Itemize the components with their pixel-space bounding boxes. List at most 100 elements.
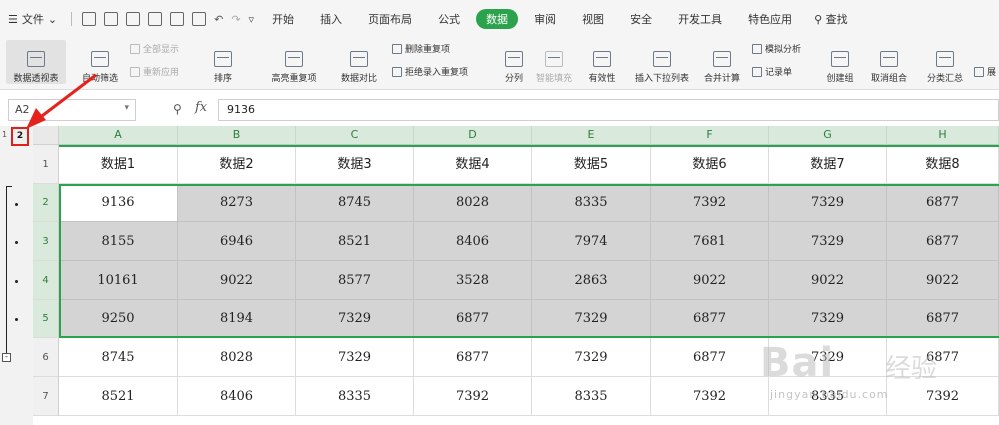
cell-d2[interactable]: 8028 [414, 184, 532, 222]
cell-a6[interactable]: 8745 [59, 338, 178, 377]
format-painter-icon[interactable] [148, 12, 163, 26]
cell-b5[interactable]: 8194 [178, 300, 296, 338]
cell-g6[interactable]: 7329 [769, 338, 887, 377]
cell-b6[interactable]: 8028 [178, 338, 296, 377]
validity-button[interactable]: 有效性 [582, 38, 622, 84]
formula-input[interactable]: 9136 [218, 99, 999, 121]
row-header-1[interactable]: 1 [33, 145, 59, 184]
more-button[interactable]: 展 [974, 65, 996, 78]
name-box[interactable]: A2 ▾ [8, 99, 136, 121]
header-cell[interactable]: 数据4 [414, 145, 532, 184]
cell-c6[interactable]: 7329 [296, 338, 414, 377]
tab-insert[interactable]: 插入 [310, 9, 352, 29]
print-icon[interactable] [170, 12, 185, 26]
column-header-f[interactable]: F [651, 126, 769, 145]
cell-g2[interactable]: 7329 [769, 184, 887, 222]
auto-filter-button[interactable]: 自动筛选 [78, 38, 122, 84]
header-cell[interactable]: 数据2 [178, 145, 296, 184]
cell-c3[interactable]: 8521 [296, 222, 414, 261]
merge-calc-button[interactable]: 合并计算 [700, 38, 744, 84]
cell-a3[interactable]: 8155 [59, 222, 178, 261]
tab-security[interactable]: 安全 [620, 9, 662, 29]
insert-dropdown-button[interactable]: 插入下拉列表 [630, 38, 694, 84]
redo-icon[interactable]: ↷ [231, 13, 240, 26]
row-header-3[interactable]: 3 [33, 222, 59, 261]
header-cell[interactable]: 数据5 [532, 145, 651, 184]
what-if-button[interactable]: 模拟分析 [752, 42, 801, 55]
open-folder-icon[interactable] [104, 12, 119, 26]
cell-b3[interactable]: 6946 [178, 222, 296, 261]
undo-icon[interactable]: ↶ [214, 13, 223, 26]
cell-b2[interactable]: 8273 [178, 184, 296, 222]
cell-f3[interactable]: 7681 [651, 222, 769, 261]
column-header-c[interactable]: C [296, 126, 414, 145]
cell-c7[interactable]: 8335 [296, 377, 414, 416]
new-file-icon[interactable] [82, 12, 97, 26]
search-box[interactable]: ⚲ 查找 [814, 11, 848, 27]
reject-duplicates-button[interactable]: 拒绝录入重复项 [392, 65, 468, 78]
row-header-7[interactable]: 7 [33, 377, 59, 416]
header-cell[interactable]: 数据8 [887, 145, 999, 184]
zoom-icon[interactable]: ⚲ [173, 102, 182, 116]
cell-f4[interactable]: 9022 [651, 261, 769, 300]
column-header-d[interactable]: D [414, 126, 532, 145]
show-all-button[interactable]: 全部显示 [130, 42, 179, 55]
cell-g5[interactable]: 7329 [769, 300, 887, 338]
column-header-b[interactable]: B [178, 126, 296, 145]
cell-d3[interactable]: 8406 [414, 222, 532, 261]
tab-review[interactable]: 审阅 [524, 9, 566, 29]
chevron-down-icon[interactable]: ▾ [124, 103, 129, 113]
cell-e5[interactable]: 7329 [532, 300, 651, 338]
header-cell[interactable]: 数据7 [769, 145, 887, 184]
cell-h7[interactable]: 7392 [887, 377, 999, 416]
cell-h4[interactable]: 9022 [887, 261, 999, 300]
smart-fill-button[interactable]: 智能填充 [532, 38, 576, 84]
column-header-a[interactable]: A [59, 126, 178, 145]
row-header-4[interactable]: 4 [33, 261, 59, 300]
cell-c4[interactable]: 8577 [296, 261, 414, 300]
cell-e6[interactable]: 7329 [532, 338, 651, 377]
sort-button[interactable]: 排序 [198, 38, 248, 84]
tab-data[interactable]: 数据 [476, 9, 519, 29]
function-icon[interactable]: fx [195, 100, 207, 115]
cell-d7[interactable]: 7392 [414, 377, 532, 416]
cell-d6[interactable]: 6877 [414, 338, 532, 377]
cell-c2[interactable]: 8745 [296, 184, 414, 222]
select-all-corner[interactable] [33, 126, 59, 145]
cell-f2[interactable]: 7392 [651, 184, 769, 222]
cell-a4[interactable]: 10161 [59, 261, 178, 300]
column-header-g[interactable]: G [769, 126, 887, 145]
save-icon[interactable] [126, 12, 141, 26]
tab-view[interactable]: 视图 [572, 9, 614, 29]
cell-e2[interactable]: 8335 [532, 184, 651, 222]
column-header-h[interactable]: H [887, 126, 999, 145]
outline-level-1-button[interactable]: 1 [2, 130, 7, 139]
row-header-2[interactable]: 2 [33, 184, 59, 222]
cell-f6[interactable]: 6877 [651, 338, 769, 377]
cell-f7[interactable]: 7392 [651, 377, 769, 416]
cell-e4[interactable]: 2863 [532, 261, 651, 300]
cell-d5[interactable]: 6877 [414, 300, 532, 338]
subtotal-button[interactable]: 分类汇总 [922, 38, 968, 84]
cell-h6[interactable]: 6877 [887, 338, 999, 377]
row-header-5[interactable]: 5 [33, 300, 59, 338]
split-column-button[interactable]: 分列 [500, 38, 528, 84]
header-cell[interactable]: 数据6 [651, 145, 769, 184]
cell-g7[interactable]: 8335 [769, 377, 887, 416]
cell-g3[interactable]: 7329 [769, 222, 887, 261]
header-cell[interactable]: 数据1 [59, 145, 178, 184]
tab-home[interactable]: 开始 [262, 9, 304, 29]
delete-duplicates-button[interactable]: 删除重复项 [392, 42, 450, 55]
highlight-duplicates-button[interactable]: 高亮重复项 [262, 38, 326, 84]
cell-a5[interactable]: 9250 [59, 300, 178, 338]
print-preview-icon[interactable] [192, 12, 207, 26]
create-group-button[interactable]: 创建组 [822, 38, 858, 84]
collapse-group-button[interactable]: - [2, 353, 11, 362]
cell-b4[interactable]: 9022 [178, 261, 296, 300]
cell-g4[interactable]: 9022 [769, 261, 887, 300]
cell-b7[interactable]: 8406 [178, 377, 296, 416]
pivot-table-button[interactable]: 数据透视表 [8, 38, 64, 84]
cell-c5[interactable]: 7329 [296, 300, 414, 338]
tab-page-layout[interactable]: 页面布局 [358, 9, 422, 29]
cell-d4[interactable]: 3528 [414, 261, 532, 300]
